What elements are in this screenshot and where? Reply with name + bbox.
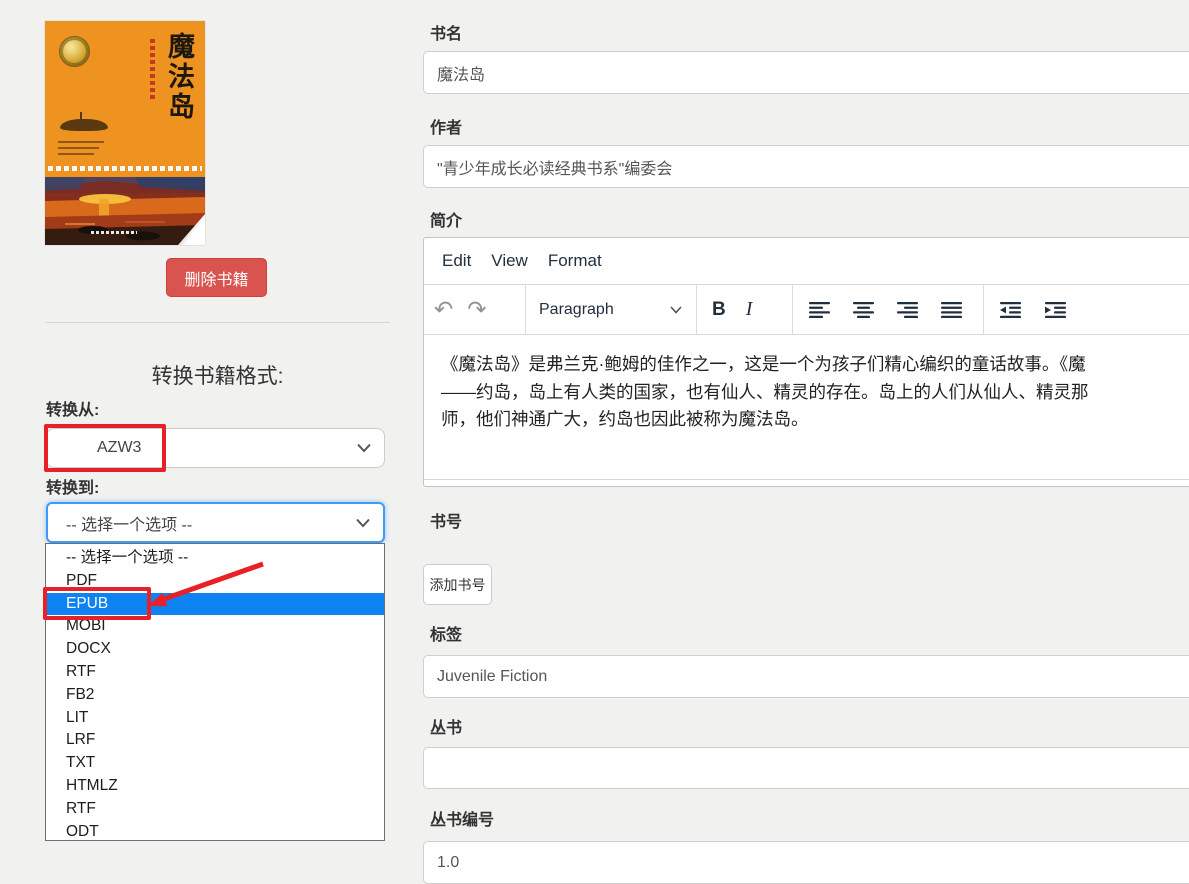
redo-button[interactable]: ↷ (467, 298, 486, 321)
dropdown-option-docx[interactable]: DOCX (46, 638, 384, 661)
align-left-button[interactable] (809, 302, 830, 318)
description-line: 《魔法岛》是弗兰克·鲍姆的佳作之一，这是一个为孩子们精心编织的童话故事。《魔 (441, 351, 1189, 379)
description-content[interactable]: 《魔法岛》是弗兰克·鲍姆的佳作之一，这是一个为孩子们精心编织的童话故事。《魔 —… (424, 335, 1189, 479)
editor-menu-edit[interactable]: Edit (432, 247, 481, 275)
chevron-down-icon (670, 306, 682, 314)
cover-title: 魔法岛 (165, 32, 192, 122)
cover-art (45, 177, 205, 245)
align-left-icon (809, 302, 830, 318)
indent-button[interactable] (1045, 302, 1066, 318)
add-identifier-button[interactable]: 添加书号 (423, 564, 492, 605)
cover-text-line (58, 141, 104, 143)
convert-from-select[interactable]: AZW3 (46, 428, 385, 468)
dropdown-option-htmlz[interactable]: HTMLZ (46, 775, 384, 798)
convert-to-value: -- 选择一个选项 -- (48, 511, 192, 535)
align-center-button[interactable] (853, 302, 874, 318)
dropdown-option-pdf[interactable]: PDF (46, 570, 384, 593)
editor-menu-view[interactable]: View (481, 247, 538, 275)
cover-subtitle-strip (150, 39, 155, 101)
convert-to-select[interactable]: -- 选择一个选项 -- (46, 502, 385, 543)
title-input[interactable] (423, 51, 1189, 94)
bold-button[interactable]: B (712, 299, 726, 321)
editor-statusbar (424, 479, 1189, 503)
align-center-icon (853, 302, 874, 318)
convert-from-label: 转换从: (46, 396, 99, 420)
italic-icon: I (746, 298, 753, 321)
indent-icon (1045, 302, 1066, 318)
series-label: 丛书 (430, 714, 462, 738)
cover-text-line (58, 147, 99, 149)
description-label: 简介 (430, 207, 462, 231)
paragraph-dropdown-label: Paragraph (539, 301, 614, 319)
chevron-down-icon (356, 518, 370, 527)
dropdown-option-txt[interactable]: TXT (46, 752, 384, 775)
editor-toolbar: ↶ ↷ Paragraph B I (424, 285, 1189, 335)
tags-input[interactable] (423, 655, 1189, 698)
justify-button[interactable] (941, 302, 962, 318)
outdent-button[interactable] (1000, 302, 1021, 318)
dropdown-option-placeholder[interactable]: -- 选择一个选项 -- (46, 547, 384, 570)
align-right-button[interactable] (897, 302, 918, 318)
dropdown-option-fb2[interactable]: FB2 (46, 684, 384, 707)
series-index-input[interactable] (423, 841, 1189, 884)
editor-menubar: Edit View Format (424, 238, 1189, 285)
cover-publisher-text (91, 231, 137, 234)
cover-medallion-icon (59, 36, 90, 67)
divider (45, 322, 390, 323)
dropdown-option-lrf[interactable]: LRF (46, 729, 384, 752)
convert-to-dropdown: -- 选择一个选项 -- PDF EPUB MOBI DOCX RTF FB2 … (45, 543, 385, 841)
cover-text-line (58, 153, 94, 155)
align-right-icon (897, 302, 918, 318)
book-cover: 魔法岛 (45, 21, 205, 245)
identifiers-label: 书号 (430, 508, 462, 532)
description-line: ——约岛，岛上有人类的国家，也有仙人、精灵的存在。岛上的人们从仙人、精灵那 (441, 379, 1189, 407)
dropdown-option-odt[interactable]: ODT (46, 821, 384, 844)
undo-icon: ↶ (434, 298, 453, 321)
italic-button[interactable]: I (746, 298, 753, 321)
chevron-down-icon (357, 444, 371, 453)
paragraph-dropdown[interactable]: Paragraph (526, 285, 696, 334)
redo-icon: ↷ (467, 298, 486, 321)
cover-ship-illustration (60, 119, 108, 131)
outdent-icon (1000, 302, 1021, 318)
undo-button[interactable]: ↶ (434, 298, 453, 321)
convert-format-heading: 转换书籍格式: (45, 360, 390, 390)
dropdown-option-epub[interactable]: EPUB (46, 593, 384, 616)
dropdown-option-lit[interactable]: LIT (46, 707, 384, 730)
justify-icon (941, 302, 962, 318)
delete-book-button[interactable]: 删除书籍 (166, 258, 267, 297)
description-editor: Edit View Format ↶ ↷ Paragraph B I (423, 237, 1189, 487)
title-label: 书名 (430, 20, 462, 44)
author-input[interactable] (423, 145, 1189, 188)
dropdown-option-rtf2[interactable]: RTF (46, 798, 384, 821)
convert-to-label: 转换到: (46, 474, 99, 498)
edit-book-form: 书名 作者 简介 Edit View Format ↶ ↷ Paragraph … (423, 0, 1189, 864)
tags-label: 标签 (430, 621, 462, 645)
bold-icon: B (712, 299, 726, 321)
description-line: 师，他们神通广大，约岛也因此被称为魔法岛。 (441, 406, 1189, 434)
cover-fineprint-band (48, 166, 202, 171)
author-label: 作者 (430, 114, 462, 138)
convert-from-value: AZW3 (47, 439, 141, 457)
dropdown-option-rtf[interactable]: RTF (46, 661, 384, 684)
editor-menu-format[interactable]: Format (538, 247, 612, 275)
series-index-label: 丛书编号 (430, 806, 494, 830)
dropdown-option-mobi[interactable]: MOBI (46, 615, 384, 638)
series-input[interactable] (423, 747, 1189, 789)
